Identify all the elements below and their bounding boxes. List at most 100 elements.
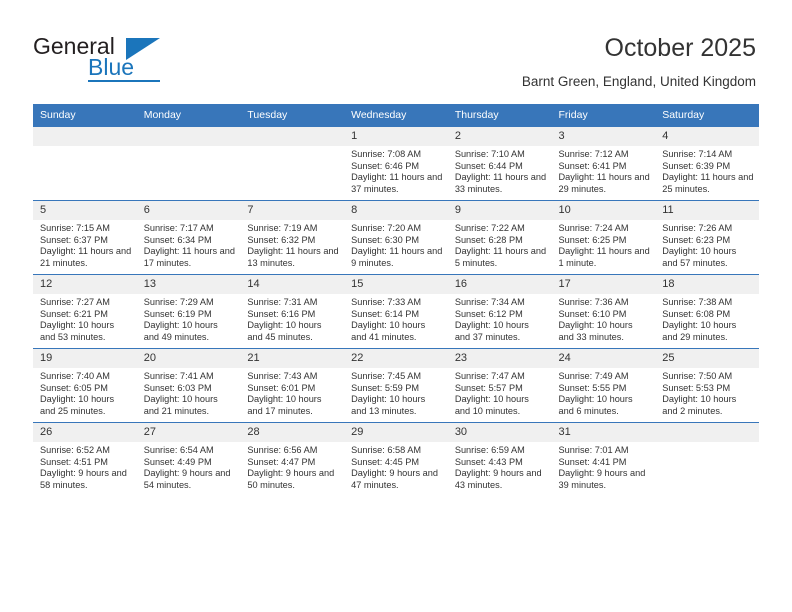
day-number: 6 bbox=[136, 201, 241, 220]
calendar-day-cell[interactable]: 21 Sunrise: 7:43 AM Sunset: 6:01 PM Dayligh… bbox=[240, 348, 345, 423]
sunrise-text: Sunrise: 7:33 AM bbox=[351, 297, 422, 307]
calendar-day-cell[interactable]: 16 Sunrise: 7:34 AM Sunset: 6:12 PM Dayligh… bbox=[447, 274, 552, 349]
sunset-text: Sunset: 4:45 PM bbox=[351, 456, 420, 467]
calendar-day-cell[interactable]: 14 Sunrise: 7:31 AM Sunset: 6:16 PM Dayligh… bbox=[240, 274, 345, 349]
day-number: 7 bbox=[240, 201, 345, 220]
day-details: Sunrise: 6:54 AM Sunset: 4:49 PM Daylight:… bbox=[137, 442, 241, 491]
calendar-day-cell[interactable]: 27 Sunrise: 6:54 AM Sunset: 4:49 PM Dayligh… bbox=[136, 422, 241, 496]
calendar-day-cell[interactable]: 10 Sunrise: 7:24 AM Sunset: 6:25 PM Dayligh… bbox=[551, 200, 656, 275]
day-details: Sunrise: 6:58 AM Sunset: 4:45 PM Daylight:… bbox=[344, 442, 448, 491]
weekday-header-sunday: Sunday bbox=[33, 104, 137, 127]
page-title: October 2025 bbox=[604, 34, 757, 62]
sunset-text: Sunset: 6:05 PM bbox=[40, 382, 108, 393]
calendar-day-cell[interactable]: 23 Sunrise: 7:47 AM Sunset: 5:57 PM Dayligh… bbox=[447, 348, 552, 423]
day-number: 13 bbox=[136, 275, 241, 294]
calendar-empty-cell bbox=[136, 126, 241, 201]
sunset-text: Sunset: 6:12 PM bbox=[454, 308, 523, 319]
day-number: 22 bbox=[344, 349, 448, 368]
sunrise-text: Sunrise: 7:12 AM bbox=[558, 149, 629, 159]
daylight-text: Daylight: 10 hours and 2 minutes. bbox=[662, 394, 737, 416]
page-header: General Blue October 2025 Barnt Green, E… bbox=[0, 0, 792, 100]
calendar-body: 1 Sunrise: 7:08 AM Sunset: 6:46 PM Daylight… bbox=[33, 126, 759, 496]
sunset-text: Sunset: 6:34 PM bbox=[143, 234, 212, 245]
calendar-day-cell[interactable]: 5 Sunrise: 7:15 AM Sunset: 6:37 PM Daylight… bbox=[33, 200, 137, 275]
calendar-day-cell[interactable]: 31 Sunrise: 7:01 AM Sunset: 4:41 PM Dayligh… bbox=[551, 422, 656, 496]
calendar-day-cell[interactable]: 19 Sunrise: 7:40 AM Sunset: 6:05 PM Dayligh… bbox=[33, 348, 137, 423]
sunrise-text: Sunrise: 7:29 AM bbox=[143, 297, 214, 307]
calendar-week-row: 1 Sunrise: 7:08 AM Sunset: 6:46 PM Daylight… bbox=[33, 126, 759, 201]
day-details: Sunrise: 7:38 AM Sunset: 6:08 PM Daylight:… bbox=[655, 294, 759, 343]
daylight-text: Daylight: 11 hours and 29 minutes. bbox=[558, 172, 650, 194]
day-details: Sunrise: 7:33 AM Sunset: 6:14 PM Daylight:… bbox=[344, 294, 448, 343]
daylight-text: Daylight: 11 hours and 37 minutes. bbox=[351, 172, 443, 194]
daylight-text: Daylight: 11 hours and 5 minutes. bbox=[454, 246, 547, 268]
calendar-day-cell[interactable]: 4 Sunrise: 7:14 AM Sunset: 6:39 PM Daylight… bbox=[655, 126, 759, 201]
day-details: Sunrise: 7:24 AM Sunset: 6:25 PM Daylight:… bbox=[552, 220, 656, 269]
sunset-text: Sunset: 6:23 PM bbox=[662, 234, 731, 245]
day-number bbox=[33, 127, 137, 146]
calendar-day-cell[interactable]: 22 Sunrise: 7:45 AM Sunset: 5:59 PM Dayligh… bbox=[344, 348, 448, 423]
calendar-day-cell[interactable]: 15 Sunrise: 7:33 AM Sunset: 6:14 PM Dayligh… bbox=[344, 274, 448, 349]
day-details: Sunrise: 6:59 AM Sunset: 4:43 PM Daylight:… bbox=[448, 442, 552, 491]
calendar-day-cell[interactable]: 24 Sunrise: 7:49 AM Sunset: 5:55 PM Dayligh… bbox=[551, 348, 656, 423]
day-details: Sunrise: 7:36 AM Sunset: 6:10 PM Daylight:… bbox=[552, 294, 656, 343]
calendar-day-cell[interactable]: 1 Sunrise: 7:08 AM Sunset: 6:46 PM Daylight… bbox=[344, 126, 448, 201]
daylight-text: Daylight: 10 hours and 21 minutes. bbox=[143, 394, 218, 416]
sunrise-text: Sunrise: 7:34 AM bbox=[454, 297, 525, 307]
weekday-header-thursday: Thursday bbox=[447, 104, 552, 127]
weekday-header-saturday: Saturday bbox=[655, 104, 759, 127]
calendar-day-cell[interactable]: 25 Sunrise: 7:50 AM Sunset: 5:53 PM Dayligh… bbox=[655, 348, 759, 423]
day-number: 1 bbox=[344, 127, 448, 146]
day-details: Sunrise: 7:20 AM Sunset: 6:30 PM Daylight:… bbox=[344, 220, 448, 269]
daylight-text: Daylight: 9 hours and 43 minutes. bbox=[454, 468, 542, 490]
daylight-text: Daylight: 10 hours and 17 minutes. bbox=[247, 394, 322, 416]
daylight-text: Daylight: 9 hours and 58 minutes. bbox=[40, 468, 127, 490]
calendar-day-cell[interactable]: 11 Sunrise: 7:26 AM Sunset: 6:23 PM Dayligh… bbox=[655, 200, 759, 275]
calendar-day-cell[interactable]: 20 Sunrise: 7:41 AM Sunset: 6:03 PM Dayligh… bbox=[136, 348, 241, 423]
sunset-text: Sunset: 4:43 PM bbox=[454, 456, 523, 467]
daylight-text: Daylight: 10 hours and 6 minutes. bbox=[558, 394, 633, 416]
day-details: Sunrise: 6:56 AM Sunset: 4:47 PM Daylight:… bbox=[240, 442, 344, 491]
day-details: Sunrise: 7:01 AM Sunset: 4:41 PM Daylight:… bbox=[552, 442, 656, 491]
day-details: Sunrise: 7:45 AM Sunset: 5:59 PM Daylight:… bbox=[344, 368, 448, 417]
page-subtitle: Barnt Green, England, United Kingdom bbox=[521, 74, 756, 89]
sunset-text: Sunset: 6:28 PM bbox=[454, 234, 523, 245]
day-number: 20 bbox=[136, 349, 241, 368]
day-number: 15 bbox=[344, 275, 448, 294]
calendar-day-cell[interactable]: 9 Sunrise: 7:22 AM Sunset: 6:28 PM Daylight… bbox=[447, 200, 552, 275]
brand-logo[interactable]: General Blue bbox=[33, 33, 263, 85]
daylight-text: Daylight: 10 hours and 13 minutes. bbox=[351, 394, 426, 416]
day-details: Sunrise: 7:19 AM Sunset: 6:32 PM Daylight:… bbox=[240, 220, 344, 269]
day-details: Sunrise: 7:40 AM Sunset: 6:05 PM Daylight:… bbox=[33, 368, 137, 417]
day-number: 3 bbox=[551, 127, 656, 146]
sunset-text: Sunset: 5:59 PM bbox=[351, 382, 420, 393]
calendar-day-cell[interactable]: 3 Sunrise: 7:12 AM Sunset: 6:41 PM Daylight… bbox=[551, 126, 656, 201]
calendar-day-cell[interactable]: 2 Sunrise: 7:10 AM Sunset: 6:44 PM Daylight… bbox=[447, 126, 552, 201]
calendar-day-cell[interactable]: 6 Sunrise: 7:17 AM Sunset: 6:34 PM Daylight… bbox=[136, 200, 241, 275]
calendar-day-cell[interactable]: 12 Sunrise: 7:27 AM Sunset: 6:21 PM Dayligh… bbox=[33, 274, 137, 349]
daylight-text: Daylight: 11 hours and 17 minutes. bbox=[143, 246, 235, 268]
calendar-grid: Sunday Monday Tuesday Wednesday Thursday… bbox=[33, 104, 759, 496]
daylight-text: Daylight: 9 hours and 39 minutes. bbox=[558, 468, 646, 490]
sunrise-text: Sunrise: 6:58 AM bbox=[351, 445, 422, 455]
day-details: Sunrise: 7:50 AM Sunset: 5:53 PM Daylight:… bbox=[655, 368, 759, 417]
calendar-day-cell[interactable]: 18 Sunrise: 7:38 AM Sunset: 6:08 PM Dayligh… bbox=[655, 274, 759, 349]
calendar-day-cell[interactable]: 30 Sunrise: 6:59 AM Sunset: 4:43 PM Dayligh… bbox=[447, 422, 552, 496]
calendar-day-cell[interactable]: 8 Sunrise: 7:20 AM Sunset: 6:30 PM Daylight… bbox=[344, 200, 448, 275]
calendar-day-cell[interactable]: 26 Sunrise: 6:52 AM Sunset: 4:51 PM Dayligh… bbox=[33, 422, 137, 496]
day-number: 8 bbox=[344, 201, 448, 220]
calendar-day-cell[interactable]: 29 Sunrise: 6:58 AM Sunset: 4:45 PM Dayligh… bbox=[344, 422, 448, 496]
day-number: 24 bbox=[551, 349, 656, 368]
day-number: 16 bbox=[447, 275, 552, 294]
calendar-week-row: 19 Sunrise: 7:40 AM Sunset: 6:05 PM Dayligh… bbox=[33, 348, 759, 423]
day-number: 27 bbox=[136, 423, 241, 442]
sunrise-text: Sunrise: 7:49 AM bbox=[558, 371, 629, 381]
calendar-day-cell[interactable]: 28 Sunrise: 6:56 AM Sunset: 4:47 PM Dayligh… bbox=[240, 422, 345, 496]
calendar-day-cell[interactable]: 17 Sunrise: 7:36 AM Sunset: 6:10 PM Dayligh… bbox=[551, 274, 656, 349]
calendar-day-cell[interactable]: 7 Sunrise: 7:19 AM Sunset: 6:32 PM Daylight… bbox=[240, 200, 345, 275]
calendar-day-cell[interactable]: 13 Sunrise: 7:29 AM Sunset: 6:19 PM Dayligh… bbox=[136, 274, 241, 349]
sunrise-text: Sunrise: 7:38 AM bbox=[662, 297, 733, 307]
sunset-text: Sunset: 6:16 PM bbox=[247, 308, 316, 319]
sunrise-text: Sunrise: 7:41 AM bbox=[143, 371, 214, 381]
sunset-text: Sunset: 6:14 PM bbox=[351, 308, 420, 319]
